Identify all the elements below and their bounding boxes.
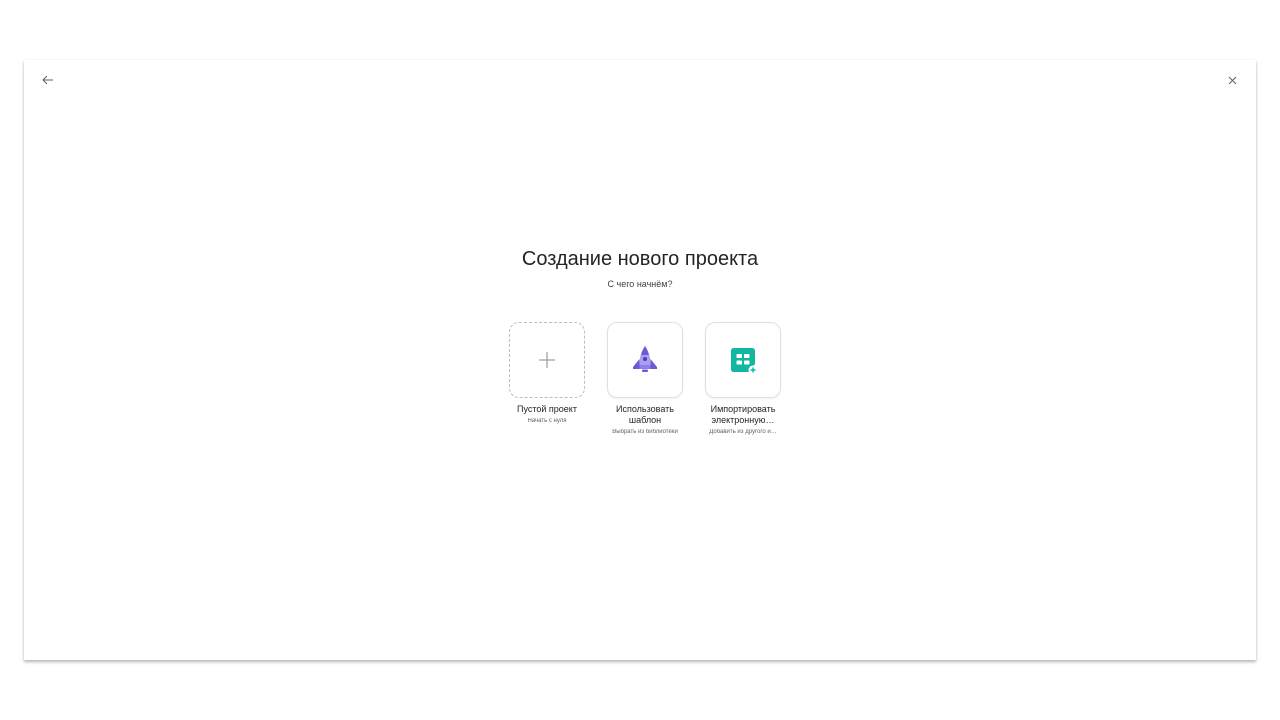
back-button[interactable] — [34, 68, 62, 92]
use-template-tile[interactable] — [607, 322, 683, 398]
page-subtitle: С чего начнём? — [607, 279, 673, 289]
close-icon — [1228, 76, 1236, 84]
plus-icon — [539, 352, 555, 368]
blank-project-tile[interactable] — [509, 322, 585, 398]
option-description: Начать с нуля — [527, 418, 567, 424]
import-spreadsheet-tile[interactable] — [705, 322, 781, 398]
close-button[interactable] — [1218, 68, 1246, 92]
new-project-dialog: Создание нового проекта С чего начнём? П… — [24, 60, 1256, 660]
project-options: Пустой проект Начать с нуля Использовать… — [498, 322, 792, 435]
option-label: Пустой проект — [517, 404, 577, 414]
option-import-spreadsheet[interactable]: Импортировать электронную… Добавить из д… — [694, 322, 792, 435]
arrow-left-icon — [42, 75, 53, 85]
spreadsheet-add-icon — [731, 348, 758, 375]
rocket-icon — [633, 346, 657, 372]
option-use-template[interactable]: Использовать шаблон Выбрать из библиотек… — [596, 322, 694, 435]
page-title: Создание нового проекта — [521, 248, 759, 270]
option-description: Добавить из другого и… — [709, 429, 777, 435]
option-label: Использовать шаблон — [616, 404, 674, 425]
option-blank-project[interactable]: Пустой проект Начать с нуля — [498, 322, 596, 435]
option-description: Выбрать из библиотеки — [612, 429, 678, 435]
option-label: Импортировать электронную… — [710, 404, 776, 425]
